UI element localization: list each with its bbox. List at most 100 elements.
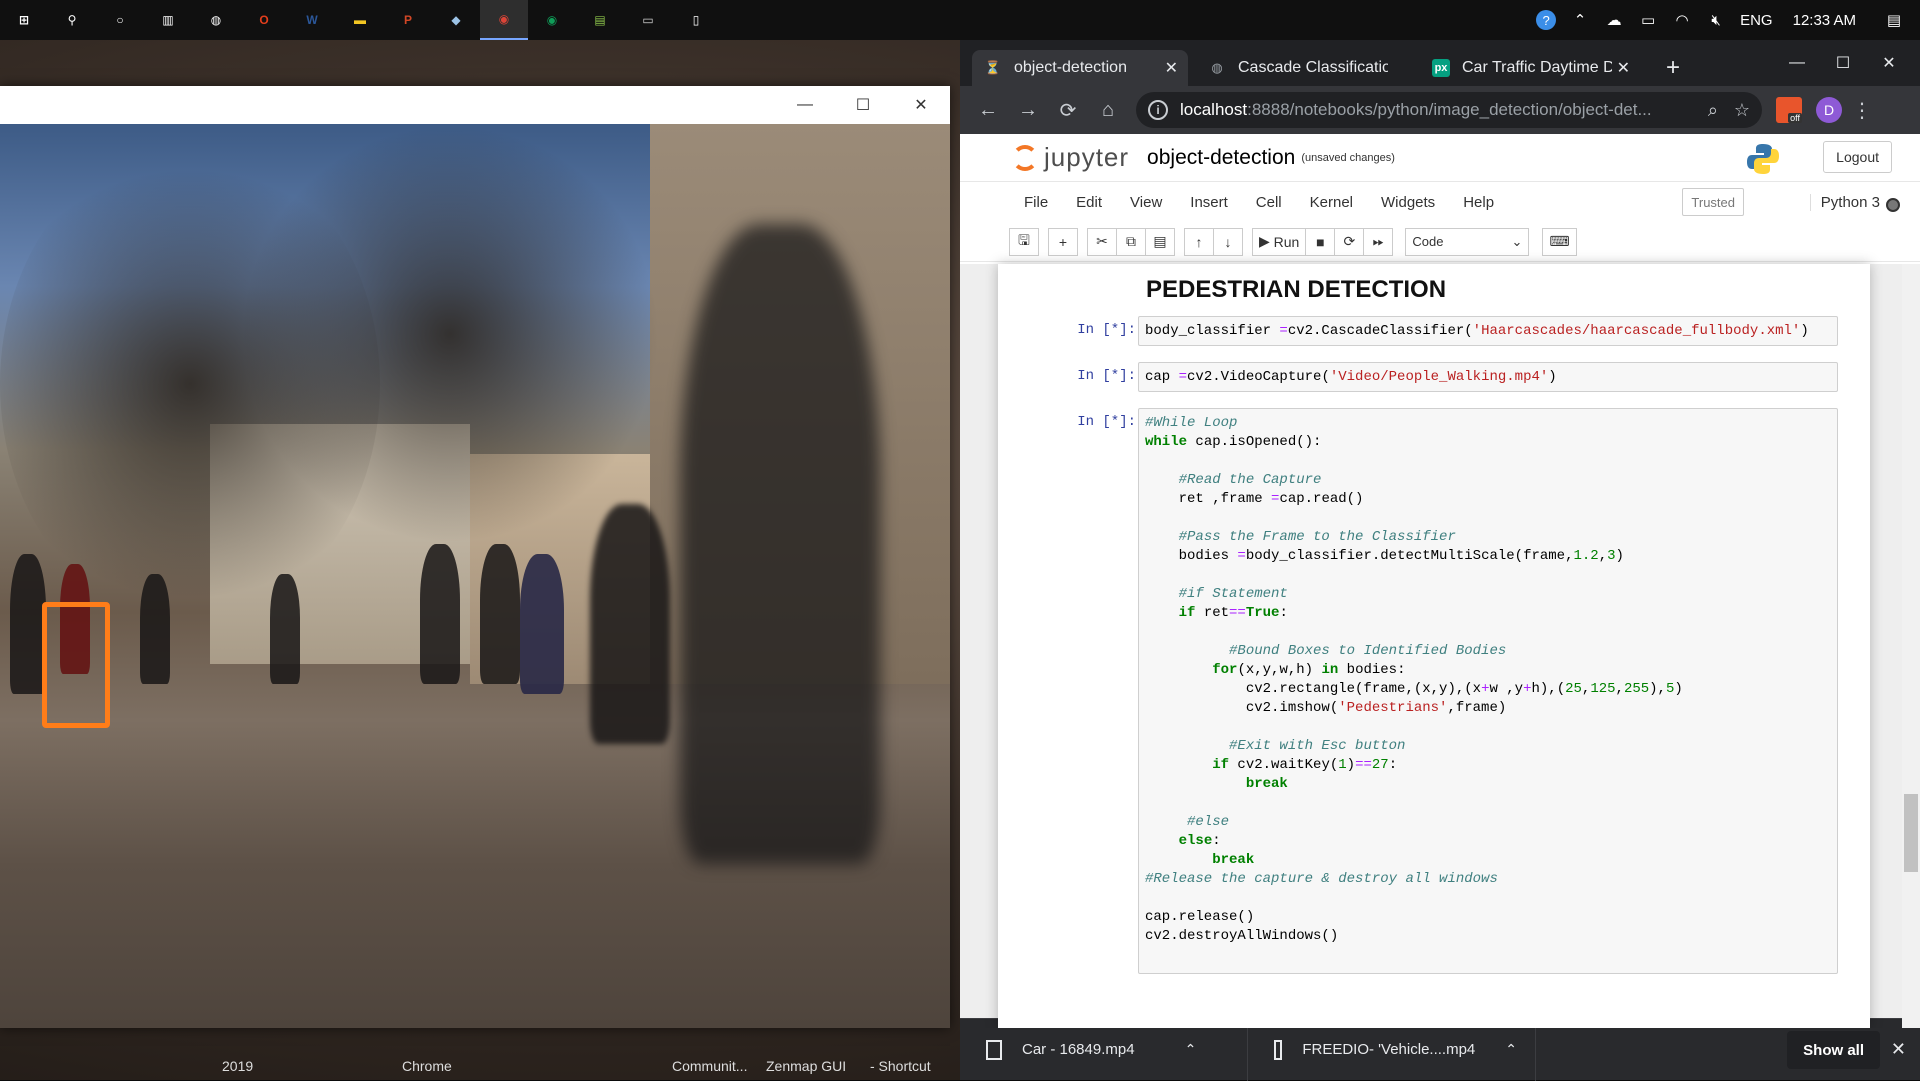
cut-icon[interactable]: ✂: [1087, 227, 1117, 256]
address-bar[interactable]: i localhost:8888/notebooks/python/image_…: [1136, 92, 1762, 128]
scrollbar-thumb[interactable]: [1904, 794, 1918, 872]
app-mail-icon: ◍: [210, 13, 222, 27]
site-info-icon[interactable]: i: [1148, 100, 1168, 120]
taskbar-notes-button[interactable]: ◆: [432, 0, 480, 40]
keyboard-icon[interactable]: ⌨: [1542, 227, 1577, 256]
tab-car-traffic[interactable]: px Car Traffic Daytime D ✕: [1420, 50, 1640, 86]
taskbar-office-button[interactable]: O: [240, 0, 288, 40]
help-icon[interactable]: ?: [1536, 10, 1557, 30]
forward-arrow-icon[interactable]: →: [1008, 90, 1048, 130]
cell-prompt: In [*]:: [1077, 368, 1136, 384]
move-up-icon[interactable]: ↑: [1184, 227, 1214, 256]
extension-icon[interactable]: off: [1776, 97, 1802, 123]
terminal-icon: ▭: [642, 13, 654, 27]
video-window[interactable]: — ☐ ✕: [0, 86, 950, 1028]
menu-view[interactable]: View: [1116, 194, 1176, 211]
reload-icon[interactable]: ⟳: [1048, 90, 1088, 130]
jupyter-menubar: File Edit View Insert Cell Kernel Widget…: [960, 182, 1920, 222]
logout-button[interactable]: Logout: [1823, 141, 1892, 173]
clock[interactable]: 12:33 AM: [1793, 12, 1856, 29]
taskbar-document-button[interactable]: ▯: [672, 0, 720, 40]
chevron-up-icon[interactable]: ⌃: [1185, 1041, 1197, 1058]
taskbar-file-explorer-button[interactable]: ▬: [336, 0, 384, 40]
taskbar-search-button[interactable]: ⚲: [48, 0, 96, 40]
profile-avatar[interactable]: D: [1816, 97, 1842, 123]
jupyter-logo[interactable]: jupyter: [1012, 142, 1129, 173]
bookmark-star-icon[interactable]: ☆: [1734, 100, 1750, 121]
menu-help[interactable]: Help: [1449, 194, 1508, 211]
close-icon[interactable]: ✕: [892, 86, 950, 124]
cell-input[interactable]: cap =cv2.VideoCapture('Video/People_Walk…: [1138, 362, 1838, 392]
close-icon[interactable]: ✕: [1866, 48, 1912, 78]
taskbar-notepad-plus-button[interactable]: ▤: [576, 0, 624, 40]
show-all-button[interactable]: Show all: [1787, 1031, 1880, 1069]
menu-widgets[interactable]: Widgets: [1367, 194, 1449, 211]
language-indicator[interactable]: ENG: [1740, 12, 1773, 29]
chevron-up-icon[interactable]: ⌃: [1570, 10, 1590, 30]
kernel-name: Python 3: [1809, 194, 1880, 211]
pedestrian: [420, 544, 460, 684]
taskbar-powerpoint-button[interactable]: P: [384, 0, 432, 40]
notebook-name[interactable]: object-detection: [1147, 146, 1295, 170]
jupyter-ring-icon: [1012, 144, 1038, 171]
taskbar-word-button[interactable]: W: [288, 0, 336, 40]
back-arrow-icon[interactable]: ←: [968, 90, 1008, 130]
zoom-icon[interactable]: ⌕: [1708, 100, 1718, 121]
extension-badge: off: [1788, 113, 1802, 123]
taskbar-terminal-button[interactable]: ▭: [624, 0, 672, 40]
kebab-menu-icon[interactable]: ⋮: [1842, 90, 1882, 130]
desktop-label[interactable]: Zenmap GUI: [766, 1058, 846, 1074]
menu-cell[interactable]: Cell: [1242, 194, 1296, 211]
desktop-label[interactable]: Chrome: [402, 1058, 452, 1074]
menu-file[interactable]: File: [1010, 194, 1062, 211]
new-tab-button[interactable]: +: [1666, 54, 1680, 82]
cell-input[interactable]: #While Loop while cap.isOpened(): #Read …: [1138, 408, 1838, 974]
close-icon[interactable]: ✕: [1165, 58, 1178, 78]
cloud-icon[interactable]: ☁: [1604, 10, 1624, 30]
paste-icon[interactable]: ▤: [1145, 227, 1175, 256]
minimize-icon[interactable]: —: [1774, 48, 1820, 78]
desktop-label[interactable]: Communit...: [672, 1058, 747, 1074]
video-titlebar[interactable]: — ☐ ✕: [0, 86, 950, 124]
chevron-up-icon[interactable]: ⌃: [1505, 1041, 1517, 1058]
tab-object-detection[interactable]: ⏳ object-detection ✕: [972, 50, 1188, 86]
taskbar-chrome-2-button[interactable]: ◉: [528, 0, 576, 40]
menu-edit[interactable]: Edit: [1062, 194, 1116, 211]
close-icon[interactable]: ✕: [1617, 58, 1630, 78]
taskbar-task-view-button[interactable]: ▥: [144, 0, 192, 40]
maximize-icon[interactable]: ☐: [1820, 48, 1866, 78]
wifi-icon[interactable]: ◠: [1672, 10, 1692, 30]
restart-icon[interactable]: ⟳: [1334, 227, 1365, 256]
battery-icon[interactable]: ▭: [1638, 10, 1658, 30]
taskbar-start-button[interactable]: ⊞: [0, 0, 48, 40]
close-icon[interactable]: ✕: [1891, 1039, 1906, 1060]
trusted-indicator[interactable]: Trusted: [1682, 188, 1744, 216]
jupyter-page: jupyter object-detection (unsaved change…: [960, 134, 1920, 1028]
taskbar-cortana-button[interactable]: ○: [96, 0, 144, 40]
download-filename: FREEDIO- 'Vehicle....mp4: [1302, 1041, 1476, 1058]
run-button[interactable]: ▶ Run: [1252, 227, 1307, 256]
maximize-icon[interactable]: ☐: [834, 86, 892, 124]
tab-title: object-detection: [1014, 59, 1127, 76]
home-icon[interactable]: ⌂: [1088, 90, 1128, 130]
volume-muted-icon[interactable]: 🔇︎: [1706, 10, 1726, 30]
minimize-icon[interactable]: —: [776, 86, 834, 124]
tab-cascade-classification[interactable]: ◍ Cascade Classificatior: [1196, 50, 1410, 86]
desktop-label[interactable]: 2019: [222, 1058, 253, 1074]
copy-icon[interactable]: ⧉: [1116, 227, 1146, 256]
cell-input[interactable]: body_classifier =cv2.CascadeClassifier('…: [1138, 316, 1838, 346]
move-down-icon[interactable]: ↓: [1213, 227, 1243, 256]
stop-icon[interactable]: ■: [1305, 227, 1336, 256]
jupyter-toolbar: 🖫︎ + ✂ ⧉ ▤ ↑ ↓ ▶ Run ■ ⟳ ⏩︎ Code ⌄ ⌨: [960, 222, 1920, 262]
fast-forward-icon[interactable]: ⏩︎: [1363, 227, 1394, 256]
taskbar-chrome-button[interactable]: ◉: [480, 0, 528, 40]
taskbar-app-mail-button[interactable]: ◍: [192, 0, 240, 40]
notebook-scrollbar[interactable]: [1902, 264, 1920, 1028]
menu-kernel[interactable]: Kernel: [1296, 194, 1367, 211]
notifications-icon[interactable]: ▤: [1884, 10, 1904, 30]
desktop-label[interactable]: - Shortcut: [870, 1058, 931, 1074]
insert-cell-icon[interactable]: +: [1048, 227, 1078, 256]
cell-type-select[interactable]: Code ⌄: [1405, 227, 1530, 256]
save-icon[interactable]: 🖫︎: [1009, 227, 1039, 256]
menu-insert[interactable]: Insert: [1176, 194, 1242, 211]
